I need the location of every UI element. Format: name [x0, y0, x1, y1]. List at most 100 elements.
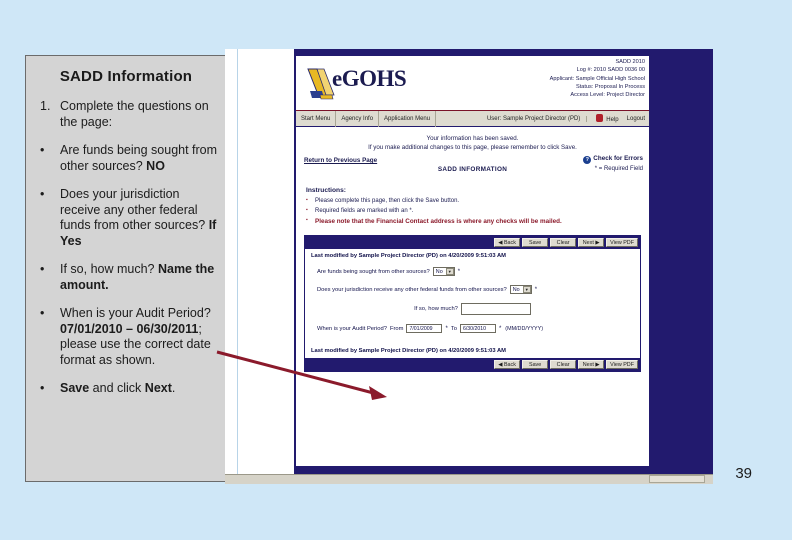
app-header: eGOHS SADD 2010 Log #: 2010 SADD 0036 00 A…: [296, 56, 649, 111]
list-item-text: If so, how much? Name the amount.: [60, 262, 215, 292]
required-marker: *: [534, 286, 538, 293]
last-modified-bottom: Last modified by Sample Project Director…: [311, 348, 507, 354]
instructions-title: Instructions:: [306, 187, 346, 194]
list-item-marker: •: [40, 381, 45, 395]
instructions-block: Instructions: Please complete this page,…: [306, 187, 649, 225]
logout-link[interactable]: Logout: [623, 116, 649, 122]
status-bar-segment: [649, 475, 705, 483]
required-marker: *: [498, 325, 502, 332]
slide-page-number: 39: [735, 465, 752, 482]
chevron-down-icon: ▼: [522, 286, 531, 293]
required-marker: *: [445, 325, 448, 332]
egohs-logo-text: eGOHS: [332, 66, 407, 91]
instruction-item: Required fields are marked with an *.: [306, 207, 649, 214]
field-row-audit-period: When is your Audit Period? From 7/01/200…: [317, 324, 640, 333]
browser-status-bar: [225, 474, 713, 484]
save-button[interactable]: Save: [522, 238, 549, 247]
view-pdf-button[interactable]: View PDF: [606, 238, 638, 247]
return-to-previous-page-link[interactable]: Return to Previous Page: [304, 157, 377, 164]
audit-to-input[interactable]: 6/30/2010: [459, 324, 496, 333]
help-link[interactable]: Help: [587, 114, 622, 123]
list-item-text: Does your jurisdiction receive any other…: [60, 187, 217, 248]
application-meta-line: Status: Proposal In Process: [575, 83, 645, 90]
browser-screenshot: eGOHS SADD 2010 Log #: 2010 SADD 0036 00 A…: [225, 49, 713, 484]
question-mark-icon: ?: [583, 156, 592, 164]
field-row-how-much: If so, how much?: [305, 303, 640, 315]
check-for-errors-button[interactable]: ? Check for Errors: [583, 155, 643, 164]
list-item: • Are funds being sought from other sourc…: [34, 143, 218, 174]
egohs-application: eGOHS SADD 2010 Log #: 2010 SADD 0036 00 A…: [294, 54, 651, 468]
list-item-marker: 1.: [40, 99, 51, 113]
how-much-label: If so, how much?: [414, 306, 458, 312]
chevron-down-icon: ▼: [445, 268, 454, 275]
last-modified-top: Last modified by Sample Project Director…: [311, 253, 507, 259]
form-toolbar-bottom: ◀ Back Save Clear Next ▶ View PDF: [305, 358, 640, 371]
list-item: • Save and click Next.: [34, 381, 218, 397]
field-row-federal-funds: Does your jurisdiction receive any other…: [317, 285, 640, 294]
app-navbar: Start Menu Agency Info Application Menu Us…: [296, 110, 649, 127]
next-button[interactable]: Next ▶: [578, 360, 605, 369]
federal-funds-label: Does your jurisdiction receive any other…: [317, 286, 507, 293]
list-item-marker: •: [40, 262, 45, 276]
form-fields: Are funds being sought from other source…: [305, 263, 640, 344]
sadd-form: ◀ Back Save Clear Next ▶ View PDF Last modif…: [304, 235, 641, 372]
field-row-funds-sought: Are funds being sought from other source…: [317, 267, 640, 276]
back-button[interactable]: ◀ Back: [494, 360, 521, 369]
list-item-text: Are funds being sought from other source…: [60, 143, 218, 173]
back-button[interactable]: ◀ Back: [494, 238, 521, 247]
list-item: • If so, how much? Name the amount.: [34, 262, 218, 293]
errors-box: ? Check for Errors * = Required Field: [583, 155, 643, 172]
audit-to-label: To: [450, 325, 457, 332]
instructions-list: Please complete this page, then click th…: [306, 197, 649, 225]
application-meta: SADD 2010 Log #: 2010 SADD 0036 00 Applica…: [550, 58, 645, 99]
instruction-list: 1. Complete the questions on the page: • Ar…: [34, 99, 218, 397]
instruction-item: Please note that the Financial Contact a…: [306, 217, 649, 225]
saved-message: Your information has been saved. If you …: [296, 127, 649, 154]
list-item-text: Save and click Next.: [60, 381, 176, 395]
saved-message-line1: Your information has been saved.: [426, 135, 519, 142]
egohs-logo: eGOHS: [302, 61, 422, 103]
funds-sought-select[interactable]: No ▼: [432, 267, 455, 276]
save-button[interactable]: Save: [522, 360, 549, 369]
nav-item-application-menu[interactable]: Application Menu: [379, 110, 437, 127]
sadd-information-panel: SADD Information 1. Complete the question…: [25, 55, 227, 482]
federal-funds-value: No: [512, 286, 520, 293]
view-pdf-button[interactable]: View PDF: [606, 360, 638, 369]
application-meta-line: Applicant: Sample Official High School: [549, 75, 645, 82]
nav-item-start-menu[interactable]: Start Menu: [296, 110, 337, 127]
help-label: Help: [606, 117, 619, 123]
funds-sought-value: No: [435, 268, 443, 275]
navbar-items: Start Menu Agency Info Application Menu: [296, 110, 437, 127]
date-format-hint: (MM/DD/YYYY): [505, 325, 544, 332]
funds-sought-label: Are funds being sought from other source…: [317, 268, 430, 275]
federal-funds-select[interactable]: No ▼: [509, 285, 532, 294]
audit-from-input[interactable]: 7/01/2009: [406, 324, 443, 333]
instruction-item: Please complete this page, then click th…: [306, 197, 649, 204]
clear-button[interactable]: Clear: [550, 238, 577, 247]
required-marker: *: [457, 268, 461, 275]
list-item-marker: •: [40, 187, 45, 201]
how-much-input[interactable]: [460, 303, 531, 315]
nav-item-agency-info[interactable]: Agency Info: [336, 110, 380, 127]
list-item-marker: •: [40, 143, 45, 157]
list-item-text: When is your Audit Period? 07/01/2010 – …: [60, 306, 211, 367]
form-toolbar-top: ◀ Back Save Clear Next ▶ View PDF: [305, 236, 640, 249]
list-item: 1. Complete the questions on the page:: [34, 99, 218, 130]
browser-frame-edge: [225, 49, 238, 474]
page-title: SADD Information: [59, 68, 193, 85]
check-for-errors-label: Check for Errors: [593, 155, 643, 162]
clear-button[interactable]: Clear: [550, 360, 577, 369]
audit-from-label: From: [389, 325, 404, 332]
next-button[interactable]: Next ▶: [578, 238, 605, 247]
help-icon: [596, 114, 604, 122]
navbar-user: User: Sample Project Director (PD): [481, 115, 588, 122]
app-body: Your information has been saved. If you …: [296, 127, 649, 372]
page-header-row: Return to Previous Page SADD INFORMATION…: [296, 155, 649, 179]
audit-period-label: When is your Audit Period?: [317, 325, 387, 332]
list-item: • Does your jurisdiction receive any othe…: [34, 187, 218, 249]
application-meta-line: Log #: 2010 SADD 0036 00: [576, 67, 645, 74]
browser-left-margin: [237, 49, 294, 474]
required-field-note: * = Required Field: [594, 166, 643, 172]
application-meta-line: Access Level: Project Director: [570, 92, 645, 99]
list-item: • When is your Audit Period? 07/01/2010 –…: [34, 306, 218, 368]
